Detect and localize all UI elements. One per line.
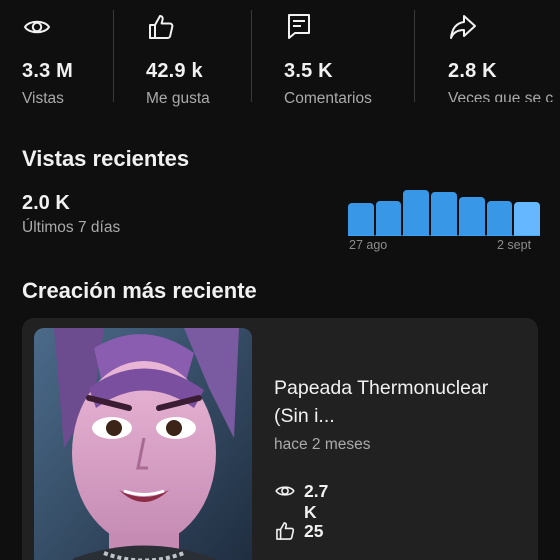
channel-analytics-screen: 3.3 M Vistas 42.9 k Me gusta 3.5 K Comen… bbox=[0, 0, 560, 560]
latest-creation-title: Creación más reciente bbox=[22, 278, 257, 303]
stat-views-value: 3.3 M bbox=[22, 60, 74, 82]
video-thumbnail[interactable] bbox=[34, 328, 252, 560]
thumbs-up-icon bbox=[149, 15, 174, 39]
chart-bar-6 bbox=[486, 201, 513, 236]
stat-likes-label: Me gusta bbox=[146, 90, 210, 107]
latest-video-card[interactable]: Papeada Thermonuclear (Sin i... hace 2 m… bbox=[22, 318, 538, 560]
recent-views-value: 2.0 K bbox=[22, 192, 70, 214]
video-time-ago: hace 2 meses bbox=[274, 436, 371, 453]
thumbnail-image bbox=[34, 328, 252, 560]
video-title[interactable]: Papeada Thermonuclear (Sin i... bbox=[274, 374, 524, 430]
recent-views-bar-chart[interactable] bbox=[348, 186, 540, 236]
chart-end-label: 2 sept bbox=[497, 238, 532, 252]
comment-icon bbox=[288, 14, 310, 39]
chart-bar-2 bbox=[375, 201, 402, 236]
chart-start-label: 27 ago bbox=[349, 238, 388, 252]
share-icon bbox=[450, 15, 476, 39]
stat-divider bbox=[251, 10, 252, 102]
stat-shares[interactable]: 2.8 K Veces que se c bbox=[448, 10, 560, 102]
recent-views-title: Vistas recientes bbox=[22, 146, 190, 171]
stat-likes[interactable]: 42.9 k Me gusta bbox=[146, 10, 246, 107]
chart-bar-3 bbox=[403, 190, 430, 236]
stat-comments-value: 3.5 K bbox=[284, 60, 333, 82]
stat-views-label: Vistas bbox=[22, 90, 64, 107]
video-views-value: 2.7 K bbox=[304, 481, 329, 522]
chart-baseline bbox=[348, 235, 540, 236]
chart-bar-5 bbox=[458, 197, 485, 236]
stat-divider bbox=[113, 10, 114, 102]
eye-icon bbox=[275, 486, 295, 496]
eye-icon bbox=[23, 20, 51, 34]
chart-bar-7 bbox=[514, 202, 540, 236]
chart-bar-1 bbox=[348, 203, 374, 236]
stat-shares-label: Veces que se c bbox=[448, 90, 554, 102]
stat-views[interactable]: 3.3 M Vistas bbox=[22, 10, 112, 107]
stat-shares-value: 2.8 K bbox=[448, 60, 497, 82]
recent-views-period: Últimos 7 días bbox=[22, 219, 121, 236]
chart-bar-4 bbox=[431, 192, 457, 236]
stats-row: 3.3 M Vistas 42.9 k Me gusta 3.5 K Comen… bbox=[0, 0, 560, 107]
stat-comments-label: Comentarios bbox=[284, 90, 372, 107]
thumbs-up-icon bbox=[276, 522, 295, 540]
video-likes-value: 25 bbox=[304, 521, 324, 541]
stat-divider bbox=[414, 10, 415, 102]
stat-comments[interactable]: 3.5 K Comentarios bbox=[284, 10, 410, 107]
stat-likes-value: 42.9 k bbox=[146, 60, 203, 82]
